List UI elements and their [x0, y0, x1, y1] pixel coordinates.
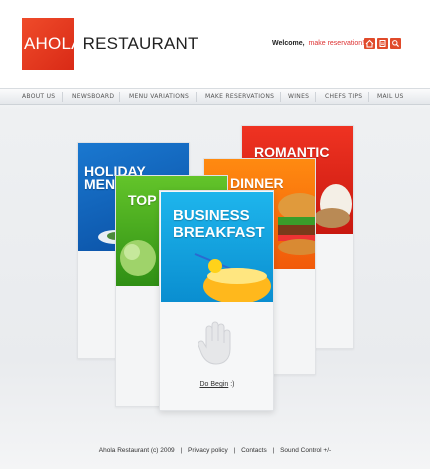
header-icons [364, 38, 401, 49]
card-business-title-2: BREAKFAST [173, 224, 265, 241]
welcome-text: Welcome, make reservation! [272, 40, 364, 47]
nav-divider [119, 92, 120, 102]
nav-item-about-us[interactable]: ABOUT US [22, 93, 55, 100]
footer-separator: | [233, 447, 236, 454]
juice-image [194, 253, 271, 302]
card-business-image: BUSINESS BREAKFAST [161, 192, 273, 302]
footer-contacts-link[interactable]: Contacts [241, 447, 267, 454]
do-begin: Do Begin :) [160, 381, 274, 388]
card-business-title-1: BUSINESS [173, 207, 250, 224]
nav-divider [196, 92, 197, 102]
logo-text: AHOLARESTAURANT [22, 34, 199, 54]
search-icon[interactable] [390, 38, 401, 49]
nav-item-mail-us[interactable]: MAIL US [377, 93, 404, 100]
page-icon[interactable] [377, 38, 388, 49]
nav-divider [368, 92, 369, 102]
nav-item-newsboard[interactable]: NEWSBOARD [72, 93, 114, 100]
nav-divider [315, 92, 316, 102]
nav-divider [280, 92, 281, 102]
welcome-label: Welcome, [272, 40, 305, 47]
dessert-image [314, 184, 352, 228]
logo-text-left: AHOLA [24, 34, 83, 53]
logo[interactable]: AHOLARESTAURANT [22, 18, 199, 70]
header: AHOLARESTAURANT Welcome, make reservatio… [0, 0, 430, 88]
footer-separator: | [180, 447, 183, 454]
nav-item-make-reservations[interactable]: MAKE RESERVATIONS [205, 93, 274, 100]
nav-item-chefs-tips[interactable]: CHEFS TIPS [325, 93, 362, 100]
hand-stop-icon [197, 317, 234, 370]
burger-image [278, 193, 315, 255]
main-nav: ABOUT US NEWSBOARD MENU VARIATIONS MAKE … [0, 88, 430, 105]
card-business-breakfast[interactable]: BUSINESS BREAKFAST [159, 190, 274, 411]
nav-item-wines[interactable]: WINES [288, 93, 309, 100]
make-reservation-link[interactable]: make reservation! [309, 40, 365, 47]
footer-separator: | [272, 447, 275, 454]
smiley-text: :) [230, 381, 235, 388]
logo-text-right: RESTAURANT [82, 34, 199, 53]
footer-copyright: Ahola Restaurant (c) 2009 [98, 447, 175, 454]
nav-divider [62, 92, 63, 102]
footer-privacy-link[interactable]: Privacy policy [188, 447, 228, 454]
nav-item-menu-variations[interactable]: MENU VARIATIONS [129, 93, 189, 100]
do-begin-link[interactable]: Do Begin [199, 381, 228, 388]
footer-sound-control[interactable]: Sound Control +/- [280, 447, 331, 454]
card-dinner-title: DINNER [230, 175, 284, 191]
footer: Ahola Restaurant (c) 2009 | Privacy poli… [0, 447, 430, 454]
home-icon[interactable] [364, 38, 375, 49]
salad-image [120, 240, 156, 276]
